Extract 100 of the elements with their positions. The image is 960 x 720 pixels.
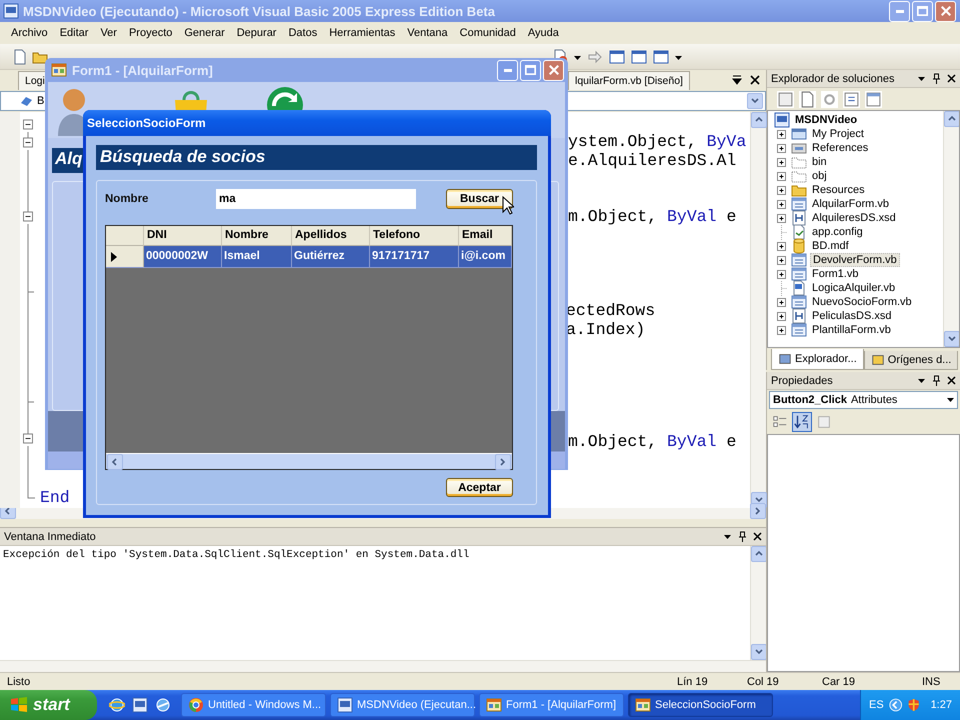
row-header[interactable] bbox=[106, 246, 144, 268]
current-row-icon bbox=[111, 252, 117, 262]
dropdown-icon[interactable] bbox=[574, 53, 581, 61]
tree-item[interactable]: My Project bbox=[810, 128, 866, 140]
panel-tab[interactable]: Orígenes d... bbox=[864, 351, 958, 370]
tree-item[interactable]: DevolverForm.vb bbox=[810, 253, 900, 267]
window-icon[interactable] bbox=[653, 49, 669, 65]
panel-title: Explorador de soluciones bbox=[771, 72, 895, 84]
search-button[interactable]: Buscar bbox=[446, 189, 513, 209]
tree-item[interactable]: obj bbox=[810, 170, 829, 182]
database-icon bbox=[870, 353, 885, 367]
tree-item[interactable]: References bbox=[810, 142, 870, 154]
maximize-icon bbox=[917, 6, 928, 16]
form-icon[interactable] bbox=[865, 90, 882, 108]
char-indicator: Car 19 bbox=[821, 676, 856, 688]
column-header[interactable]: Nombre bbox=[222, 226, 292, 246]
tree-item[interactable]: BD.mdf bbox=[810, 240, 851, 252]
menu-item[interactable]: Ver bbox=[94, 27, 123, 39]
tree-item[interactable]: PeliculasDS.xsd bbox=[810, 310, 894, 322]
document-icon[interactable] bbox=[799, 90, 816, 108]
panel-tab[interactable]: Explorador... bbox=[771, 349, 864, 370]
menu-item[interactable]: Datos bbox=[282, 27, 324, 39]
column-indicator: Col 19 bbox=[746, 676, 780, 688]
close-icon[interactable] bbox=[753, 532, 762, 541]
dropdown-icon[interactable] bbox=[917, 74, 926, 83]
dropdown-icon bbox=[947, 397, 954, 403]
mode-indicator: INS bbox=[921, 676, 942, 688]
app-icon bbox=[3, 3, 19, 19]
maximize-button[interactable] bbox=[520, 60, 541, 80]
pin-icon[interactable] bbox=[738, 531, 747, 542]
window-icon[interactable] bbox=[609, 49, 625, 65]
sort-icon[interactable] bbox=[792, 412, 812, 432]
table-cell: 917171717 bbox=[370, 246, 459, 268]
dropdown-icon[interactable] bbox=[675, 53, 682, 61]
column-header[interactable]: Apellidos bbox=[292, 226, 370, 246]
minimize-icon bbox=[896, 10, 904, 12]
tree-item[interactable]: app.config bbox=[810, 226, 865, 238]
scrollbar[interactable] bbox=[750, 546, 766, 660]
pin-icon[interactable] bbox=[932, 73, 941, 84]
form-icon bbox=[791, 266, 807, 282]
dropdown-icon[interactable] bbox=[732, 75, 742, 85]
window-title: SeleccionSocioForm bbox=[87, 116, 206, 130]
minimize-button[interactable] bbox=[497, 60, 518, 80]
chevron-icon[interactable] bbox=[888, 697, 902, 713]
menu-item[interactable]: Archivo bbox=[5, 27, 54, 39]
document-icon bbox=[791, 224, 807, 240]
tree-root[interactable]: MSDNVideo bbox=[793, 114, 860, 126]
column-header[interactable]: Email bbox=[459, 226, 512, 246]
tree-item[interactable]: NuevoSocioForm.vb bbox=[810, 296, 914, 308]
tree-item[interactable]: AlquileresDS.xsd bbox=[810, 212, 898, 224]
globe-icon[interactable] bbox=[109, 697, 125, 713]
code-line: a.Index) bbox=[566, 320, 646, 340]
accept-button[interactable]: Aceptar bbox=[446, 478, 513, 497]
dialog-heading: Búsqueda de socios bbox=[96, 145, 537, 170]
code-line: End bbox=[40, 489, 71, 508]
search-field[interactable]: ma bbox=[216, 189, 416, 209]
close-icon[interactable] bbox=[947, 376, 956, 385]
dropdown-icon[interactable] bbox=[723, 532, 732, 541]
tree-item[interactable]: AlquilarForm.vb bbox=[810, 198, 892, 210]
tree-item[interactable]: PlantillaForm.vb bbox=[810, 324, 893, 336]
scrollbar[interactable] bbox=[0, 660, 766, 672]
document-icon[interactable] bbox=[12, 49, 28, 65]
app-icon[interactable] bbox=[132, 697, 148, 713]
menu-item[interactable]: Proyecto bbox=[122, 27, 178, 39]
globe-icon[interactable] bbox=[155, 697, 171, 713]
start-button[interactable]: start bbox=[0, 690, 97, 720]
menu-item[interactable]: Depurar bbox=[230, 27, 282, 39]
tree-item[interactable]: LogicaAlquiler.vb bbox=[810, 282, 898, 294]
menu-item[interactable]: Herramientas bbox=[323, 27, 402, 39]
tree-item[interactable]: Form1.vb bbox=[810, 268, 860, 280]
taskbar-button[interactable]: MSDNVideo (Ejecutan... bbox=[330, 693, 475, 717]
close-button[interactable] bbox=[543, 60, 564, 80]
menu-item[interactable]: Ventana bbox=[401, 27, 454, 39]
menu-item[interactable]: Editar bbox=[54, 27, 94, 39]
code-icon[interactable] bbox=[843, 90, 860, 108]
object-selector[interactable]: Button2_Click Attributes bbox=[769, 391, 958, 409]
close-icon[interactable] bbox=[947, 74, 956, 83]
tree-item[interactable]: bin bbox=[810, 156, 829, 168]
scrollbar[interactable] bbox=[750, 112, 766, 508]
taskbar-button[interactable]: Untitled - Windows M... bbox=[181, 693, 326, 717]
table-cell: Gutiérrez bbox=[292, 246, 370, 268]
menu-item[interactable]: Generar bbox=[178, 27, 231, 39]
taskbar-button[interactable]: SeleccionSocioForm bbox=[628, 693, 773, 717]
window-icon[interactable] bbox=[631, 49, 647, 65]
document-tab[interactable]: lquilarForm.vb [Diseño] bbox=[568, 71, 690, 90]
properties-icon[interactable] bbox=[777, 90, 794, 108]
menu-item[interactable]: Ayuda bbox=[522, 27, 565, 39]
pin-icon[interactable] bbox=[932, 375, 941, 386]
shield-icon[interactable] bbox=[907, 697, 921, 713]
scrollbar[interactable] bbox=[943, 111, 959, 347]
dropdown-icon[interactable] bbox=[917, 376, 926, 385]
close-button[interactable] bbox=[935, 0, 956, 22]
tree-item[interactable]: Resources bbox=[810, 184, 867, 196]
table-cell: Ismael bbox=[222, 246, 292, 268]
column-header[interactable]: Telefono bbox=[370, 226, 459, 246]
taskbar-button[interactable]: Form1 - [AlquilarForm] bbox=[479, 693, 624, 717]
menu-item[interactable]: Comunidad bbox=[454, 27, 522, 39]
form-icon bbox=[51, 62, 67, 78]
close-icon[interactable] bbox=[750, 75, 760, 85]
column-header[interactable]: DNI bbox=[144, 226, 222, 246]
